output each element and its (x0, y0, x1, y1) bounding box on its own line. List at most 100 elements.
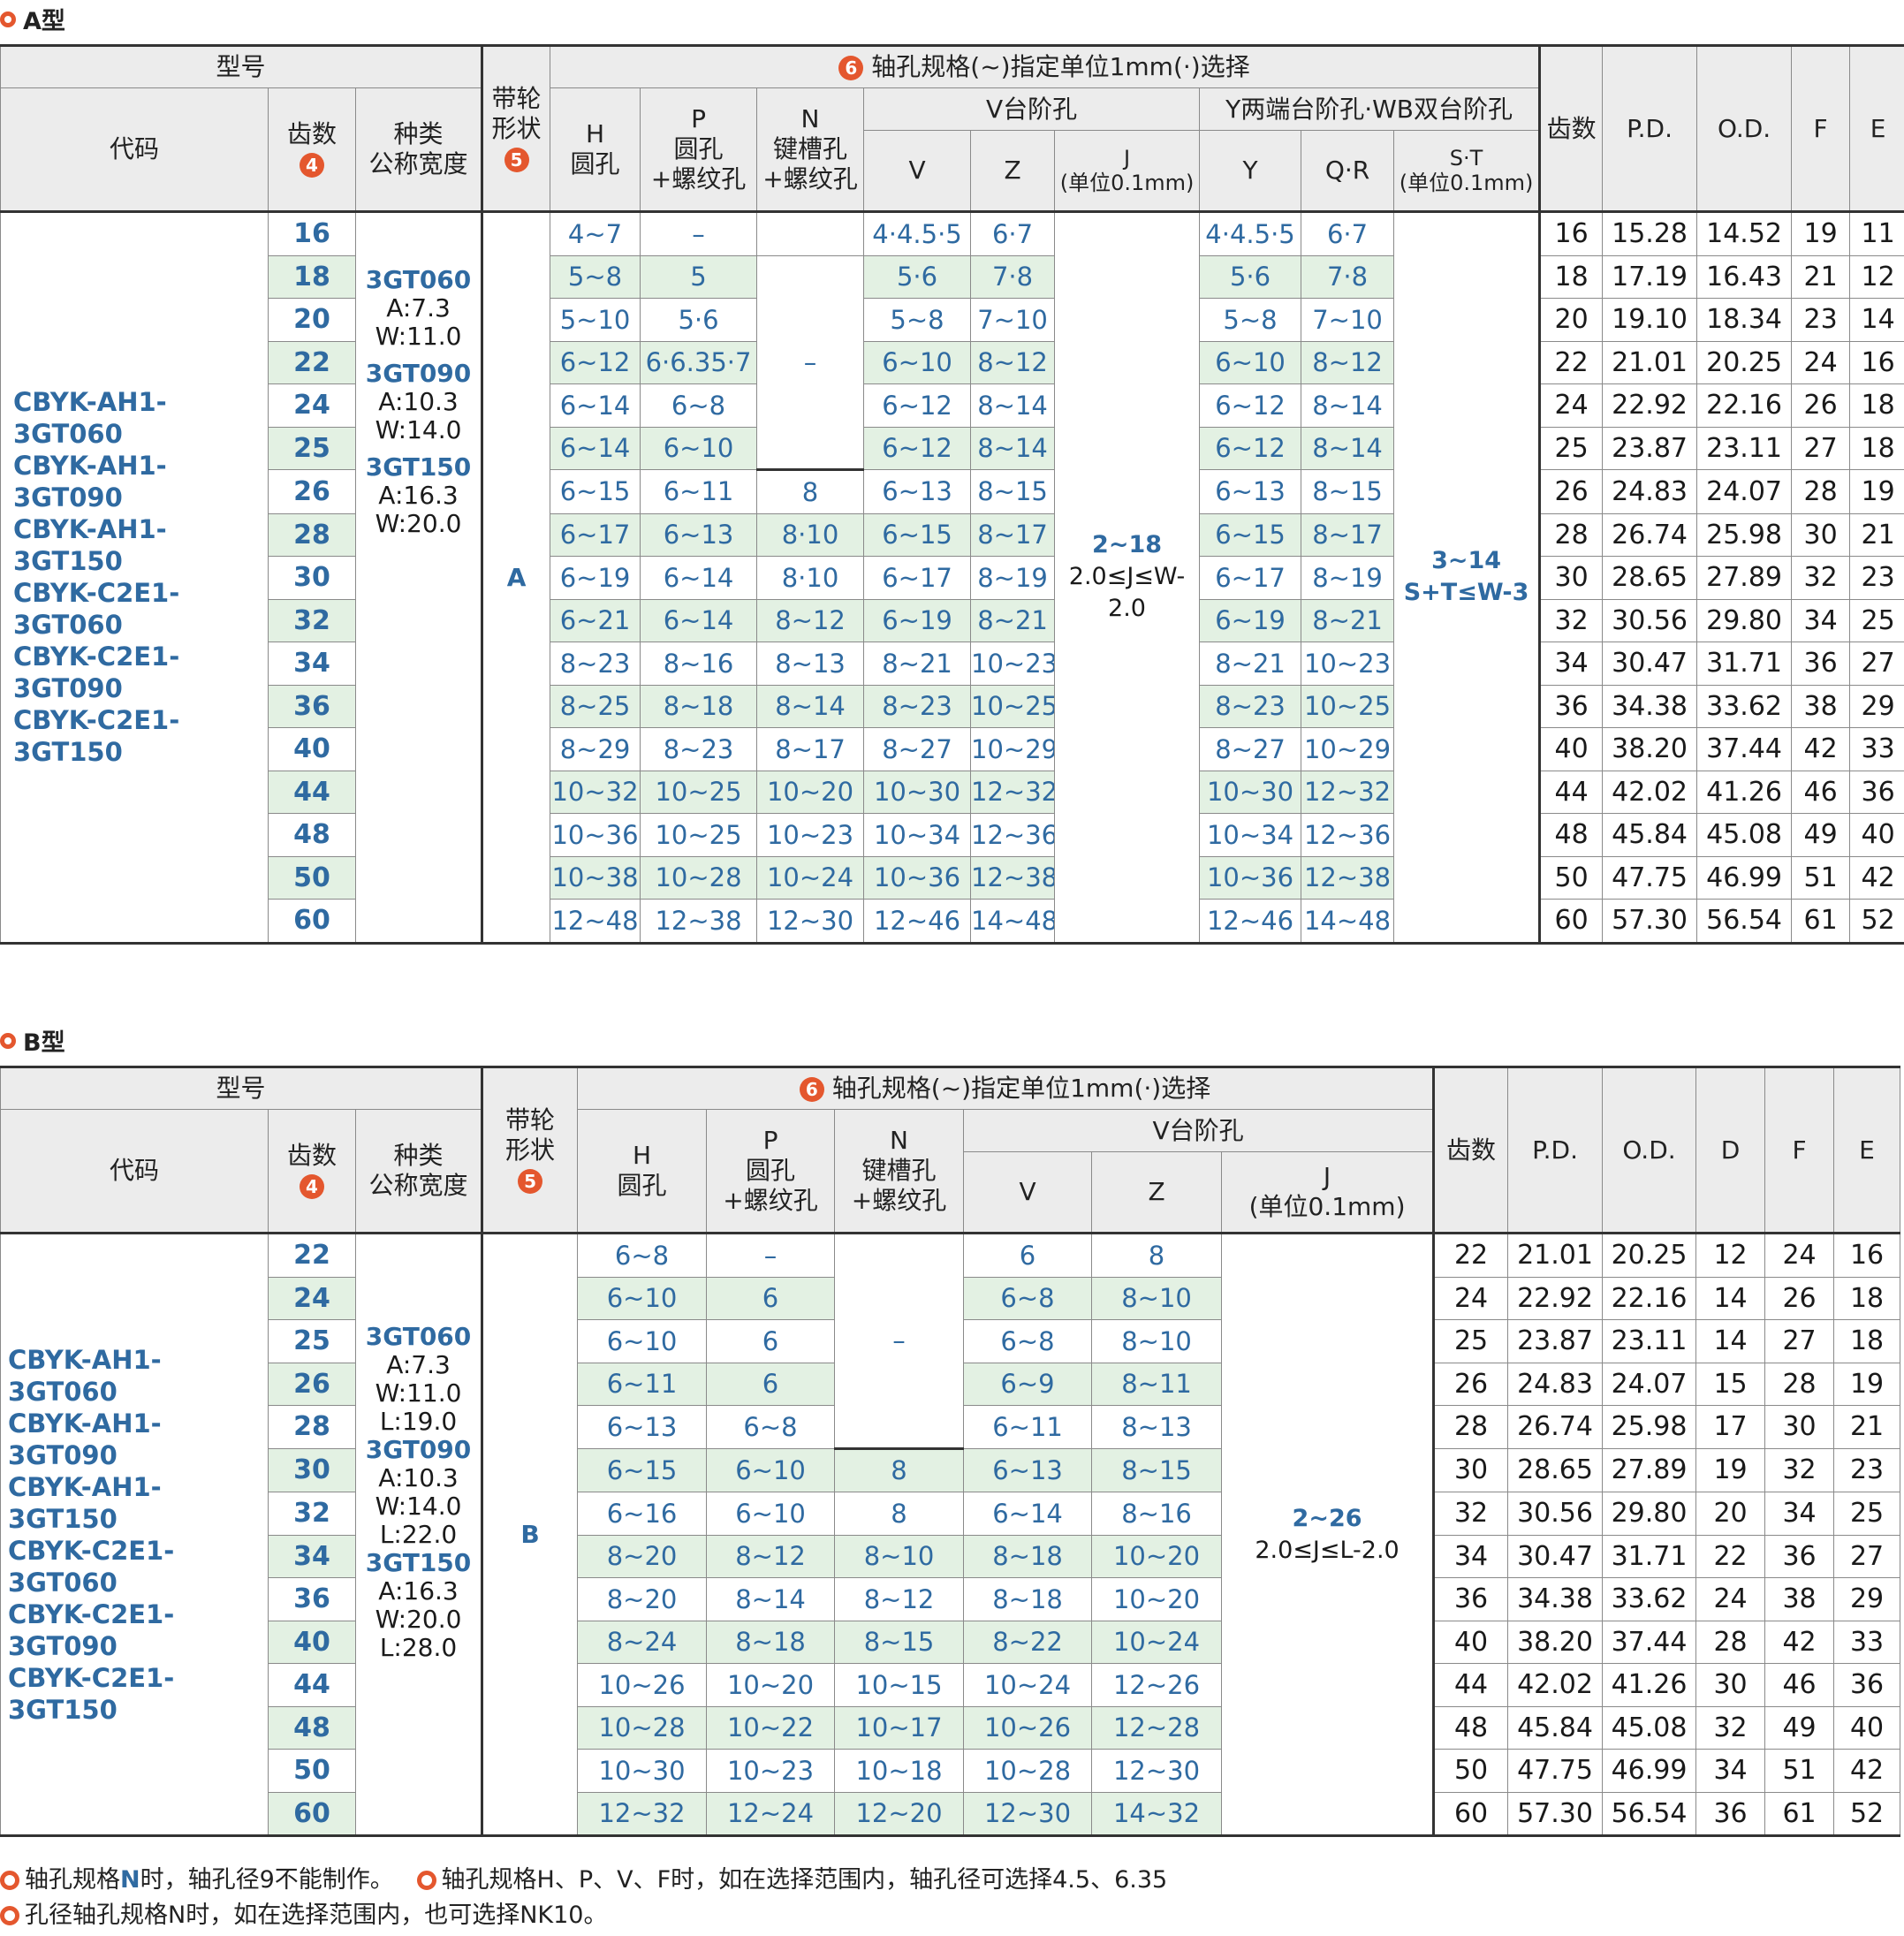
cell-p: 5 (640, 254, 758, 299)
header-kind-l2: 公称宽度 (368, 149, 468, 178)
cell-f: 51 (1764, 1749, 1835, 1793)
cell-teeth: 30 (268, 1447, 356, 1492)
cell-v: 8~18 (963, 1534, 1093, 1578)
cell-teeth: 60 (268, 1791, 356, 1837)
cell-pd: 26.74 (1507, 1405, 1604, 1449)
cell-teeth: 36 (268, 1577, 356, 1621)
cell-h: 10~32 (550, 770, 641, 814)
cell-pd: 21.01 (1507, 1233, 1604, 1278)
cell-f: 28 (1764, 1362, 1835, 1406)
cell-teeth2: 25 (1432, 1319, 1509, 1363)
cell-n: 10~17 (834, 1705, 965, 1750)
header-code: 代码 (0, 1109, 269, 1234)
cell-v: 10~34 (863, 813, 972, 857)
cell-pd: 34.38 (1507, 1577, 1604, 1621)
cell-od: 45.08 (1602, 1705, 1697, 1750)
cell-qr: 8~17 (1301, 512, 1395, 557)
cell-od: 27.89 (1696, 556, 1793, 600)
badge-4-icon: 4 (300, 1174, 324, 1199)
table-row: 48 10~28 10~22 10~17 10~26 12~28 48 45.84 45.08 3… (1, 1705, 1901, 1750)
cell-y: 6~12 (1199, 426, 1302, 470)
cell-p: – (706, 1233, 836, 1278)
cell-teeth: 40 (268, 1620, 356, 1664)
cell-z: 10~25 (970, 684, 1056, 728)
header-shape-l2: 形状 (505, 1135, 556, 1165)
cell-z: 12~36 (970, 813, 1056, 857)
cell-p: 8~14 (706, 1577, 836, 1621)
cell-p: 6~10 (706, 1447, 836, 1492)
cell-n: 8·10 (756, 556, 865, 600)
header-p: P 圆孔 +螺纹孔 (706, 1109, 836, 1234)
header-kind: 种类 公称宽度 (354, 1109, 483, 1234)
cell-p: 6~11 (640, 469, 758, 514)
st-range-cond: S+T≤W-3 (1403, 579, 1529, 607)
cell-teeth: 20 (268, 298, 356, 342)
cell-od: 33.62 (1602, 1577, 1697, 1621)
table-row: 44 10~32 10~25 10~20 10~30 12~32 10~30 12~32 44 4… (1, 770, 1904, 814)
cell-p: 6~13 (640, 512, 758, 557)
header-v-group: V台阶孔 (863, 87, 1201, 131)
cell-n: 8 (834, 1492, 965, 1536)
cell-od: 16.43 (1696, 254, 1793, 299)
table-a-body: CBYK-AH1-3GT060 CBYK-AH1-3GT090 CBYK-AH1… (0, 211, 1904, 945)
table-row: 30 6~15 6~10 8 6~13 8~15 30 28.65 27.89 19 32 23 (1, 1447, 1901, 1492)
kind-l: L:22.0 (379, 1520, 458, 1549)
cell-pd: 45.84 (1602, 813, 1698, 857)
cell-h: 12~32 (577, 1791, 708, 1837)
table-row: 60 12~48 12~38 12~30 12~46 14~48 12~46 14~48 60 5… (1, 899, 1904, 945)
cell-e: 19 (1833, 1362, 1901, 1406)
cell-z: 14~32 (1091, 1791, 1223, 1837)
header-p-l3: +螺纹孔 (650, 164, 747, 194)
cell-p: 5·6 (640, 298, 758, 342)
cell-h: 6~10 (577, 1276, 708, 1320)
kind-w: W:11.0 (375, 1378, 462, 1408)
cell-e: 33 (1849, 727, 1904, 771)
cell-od: 23.11 (1696, 426, 1793, 470)
cell-h: 6~13 (577, 1405, 708, 1449)
cell-z: 8~11 (1091, 1362, 1223, 1406)
kind-name: 3GT060 (365, 1322, 472, 1351)
header-v-group: V台阶孔 (963, 1109, 1435, 1152)
header-st: S·T (单位0.1mm) (1393, 130, 1541, 213)
header-j-l2: (单位0.1mm) (1248, 1192, 1406, 1221)
cell-f: 49 (1764, 1705, 1835, 1750)
cell-teeth2: 44 (1538, 770, 1604, 814)
cell-e: 42 (1833, 1749, 1901, 1793)
cell-e: 21 (1849, 512, 1904, 557)
cell-d: 19 (1695, 1447, 1766, 1492)
table-row: 60 12~32 12~24 12~20 12~30 14~32 60 57.30 56.54 3… (1, 1791, 1901, 1837)
cell-e: 16 (1833, 1233, 1901, 1278)
cell-y: 10~34 (1199, 813, 1302, 857)
header-e: E (1849, 44, 1904, 213)
cell-pd: 19.10 (1602, 298, 1698, 342)
cell-teeth: 34 (268, 642, 356, 686)
cell-h: 8~25 (550, 684, 641, 728)
cell-pd: 47.75 (1507, 1749, 1604, 1793)
cell-y: 6~15 (1199, 512, 1302, 557)
cell-qr: 7·8 (1301, 254, 1395, 299)
section-title-a: A型 (0, 2, 65, 36)
cell-pd: 30.47 (1602, 642, 1698, 686)
cell-teeth2: 24 (1432, 1276, 1509, 1320)
kind-w: W:20.0 (375, 509, 462, 538)
cell-v: 5~8 (863, 298, 972, 342)
cell-teeth: 50 (268, 1749, 356, 1793)
cell-teeth2: 26 (1538, 469, 1604, 514)
cell-h: 8~29 (550, 727, 641, 771)
cell-teeth2: 34 (1538, 642, 1604, 686)
circle-bullet-icon (0, 11, 16, 27)
cell-v: 10~30 (863, 770, 972, 814)
j-range: 2~26 2.0≤J≤L-2.0 (1221, 1233, 1435, 1837)
cell-od: 22.16 (1696, 383, 1793, 428)
table-row: 20 5~10 5·6 5~8 7~10 5~8 7~10 20 19.10 18.34 23 14 (1, 298, 1904, 342)
section-title-a-text: A型 (23, 8, 65, 35)
table-row: 48 10~36 10~25 10~23 10~34 12~36 10~34 12~36 48 4… (1, 813, 1904, 857)
cell-pd: 34.38 (1602, 684, 1698, 728)
cell-e: 36 (1849, 770, 1904, 814)
cell-teeth2: 30 (1538, 556, 1604, 600)
note-3: 孔径轴孔规格N时，如在选择范围内，也可选择NK10。 (25, 1902, 608, 1929)
kind-w: W:11.0 (375, 322, 462, 351)
cell-teeth: 22 (268, 340, 356, 384)
cell-d: 28 (1695, 1620, 1766, 1664)
cell-od: 29.80 (1696, 598, 1793, 642)
